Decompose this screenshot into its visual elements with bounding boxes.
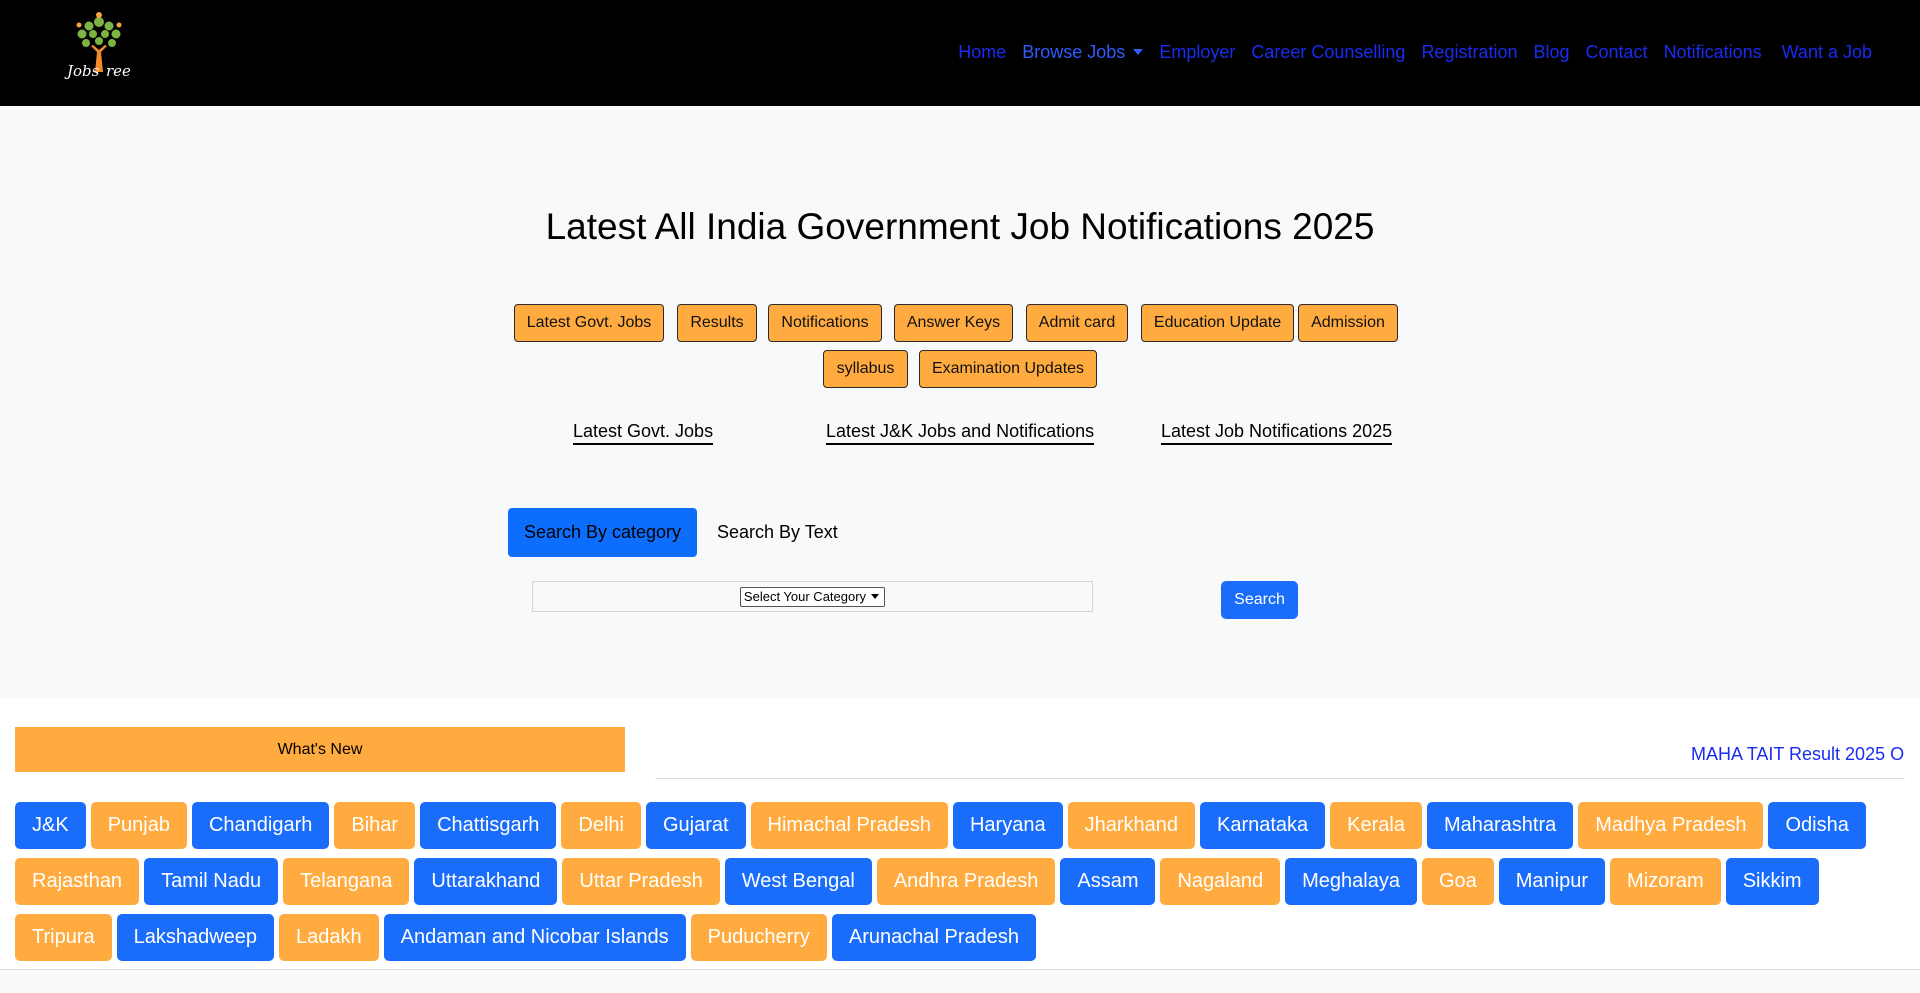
chip-admission[interactable]: Admission	[1298, 304, 1398, 342]
nav-registration[interactable]: Registration	[1421, 42, 1517, 63]
state-button-rajasthan[interactable]: Rajasthan	[15, 858, 140, 905]
nav-contact[interactable]: Contact	[1586, 42, 1648, 63]
chip-syllabus[interactable]: syllabus	[823, 350, 908, 388]
state-button-jharkhand[interactable]: Jharkhand	[1067, 802, 1195, 849]
state-button-goa[interactable]: Goa	[1421, 858, 1494, 905]
state-button-andaman-and-nicobar-islands[interactable]: Andaman and Nicobar Islands	[383, 914, 686, 961]
link-latest-govt-jobs[interactable]: Latest Govt. Jobs	[573, 420, 714, 445]
top-navbar: Jobs ree Home Browse Jobs Employer Caree…	[0, 0, 1920, 106]
nav-notifications[interactable]: Notifications	[1664, 42, 1762, 63]
state-button-j-k[interactable]: J&K	[15, 802, 86, 849]
state-button-bihar[interactable]: Bihar	[334, 802, 416, 849]
state-button-tamil-nadu[interactable]: Tamil Nadu	[144, 858, 279, 905]
state-button-telangana[interactable]: Telangana	[283, 858, 410, 905]
state-button-uttar-pradesh[interactable]: Uttar Pradesh	[562, 858, 720, 905]
chip-results[interactable]: Results	[677, 304, 757, 342]
state-button-ladakh[interactable]: Ladakh	[279, 914, 379, 961]
nav-blog[interactable]: Blog	[1533, 42, 1569, 63]
state-button-gujarat[interactable]: Gujarat	[645, 802, 746, 849]
search-button[interactable]: Search	[1221, 581, 1298, 619]
whats-new-header: What's New	[15, 727, 625, 772]
news-ticker: MAHA TAIT Result 2025 O	[655, 727, 1905, 779]
tab-search-by-text[interactable]: Search By Text	[717, 508, 838, 557]
footer-band	[0, 970, 1920, 993]
state-button-lakshadweep[interactable]: Lakshadweep	[116, 914, 275, 961]
state-button-andhra-pradesh[interactable]: Andhra Pradesh	[876, 858, 1056, 905]
nav-browse-label: Browse Jobs	[1022, 42, 1126, 62]
link-latest-jk-jobs[interactable]: Latest J&K Jobs and Notifications	[826, 420, 1095, 445]
chip-admit-card[interactable]: Admit card	[1026, 304, 1128, 342]
state-button-puducherry[interactable]: Puducherry	[690, 914, 827, 961]
state-button-kerala[interactable]: Kerala	[1330, 802, 1422, 849]
state-button-chandigarh[interactable]: Chandigarh	[191, 802, 330, 849]
state-button-chattisgarh[interactable]: Chattisgarh	[420, 802, 557, 849]
nav-home[interactable]: Home	[958, 42, 1006, 63]
main-nav: Home Browse Jobs Employer Career Counsel…	[942, 42, 1872, 63]
nav-employer[interactable]: Employer	[1159, 42, 1235, 63]
category-select-value: Select Your Category	[743, 589, 867, 604]
state-button-himachal-pradesh[interactable]: Himachal Pradesh	[750, 802, 948, 849]
state-button-nagaland[interactable]: Nagaland	[1160, 858, 1281, 905]
dropdown-arrow-icon	[871, 593, 880, 599]
chip-notifications[interactable]: Notifications	[768, 304, 882, 342]
svg-text:Jobs: Jobs	[64, 62, 100, 80]
ticker-item[interactable]: MAHA TAIT Result 2025 O	[1691, 744, 1904, 765]
chip-examination-updates[interactable]: Examination Updates	[919, 350, 1097, 388]
chip-latest-govt-jobs[interactable]: Latest Govt. Jobs	[514, 304, 664, 342]
state-button-meghalaya[interactable]: Meghalaya	[1285, 858, 1417, 905]
state-button-odisha[interactable]: Odisha	[1768, 802, 1866, 849]
svg-text:ree: ree	[106, 62, 131, 80]
category-select-container: Select Your Category	[532, 581, 1093, 612]
nav-want-a-job[interactable]: Want a Job	[1782, 42, 1872, 63]
state-button-arunachal-pradesh[interactable]: Arunachal Pradesh	[831, 914, 1037, 961]
state-button-assam[interactable]: Assam	[1060, 858, 1156, 905]
state-button-uttarakhand[interactable]: Uttarakhand	[414, 858, 558, 905]
state-button-punjab[interactable]: Punjab	[90, 802, 187, 849]
state-button-karnataka[interactable]: Karnataka	[1199, 802, 1326, 849]
state-button-mizoram[interactable]: Mizoram	[1610, 858, 1721, 905]
state-button-delhi[interactable]: Delhi	[561, 802, 641, 849]
link-latest-job-notifications[interactable]: Latest Job Notifications 2025	[1161, 420, 1393, 445]
tab-search-by-category[interactable]: Search By category	[508, 508, 697, 557]
state-button-sikkim[interactable]: Sikkim	[1725, 858, 1819, 905]
caret-down-icon	[1133, 49, 1144, 55]
state-button-west-bengal[interactable]: West Bengal	[724, 858, 872, 905]
nav-career-counselling[interactable]: Career Counselling	[1251, 42, 1405, 63]
page-title: Latest All India Government Job Notifica…	[545, 206, 1375, 247]
state-button-madhya-pradesh[interactable]: Madhya Pradesh	[1578, 802, 1764, 849]
chip-education-update[interactable]: Education Update	[1141, 304, 1294, 342]
chip-answer-keys[interactable]: Answer Keys	[894, 304, 1013, 342]
state-button-haryana[interactable]: Haryana	[952, 802, 1063, 849]
jobstree-logo[interactable]: Jobs ree	[62, 10, 136, 86]
state-button-tripura[interactable]: Tripura	[15, 914, 112, 961]
state-buttons: J&K Punjab Chandigarh Bihar Chattisgarh Delhi…	[15, 802, 1910, 970]
category-select[interactable]: Select Your Category	[739, 586, 886, 607]
state-button-maharashtra[interactable]: Maharashtra	[1426, 802, 1574, 849]
nav-browse-jobs[interactable]: Browse Jobs	[1022, 42, 1144, 63]
state-button-manipur[interactable]: Manipur	[1498, 858, 1606, 905]
